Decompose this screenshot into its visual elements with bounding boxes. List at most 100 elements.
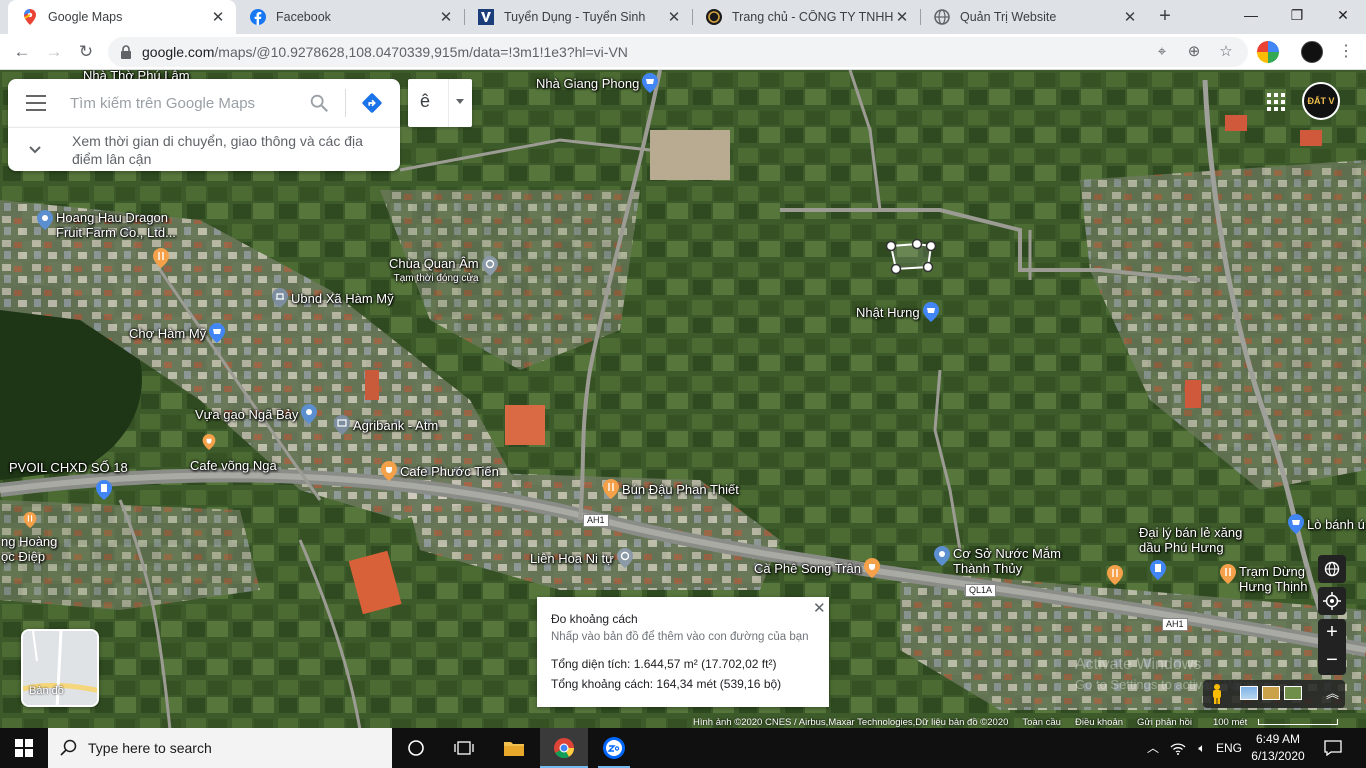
task-view-button[interactable] [440,728,488,768]
global-link[interactable]: Toàn cầu [1022,717,1061,728]
imagery-strip[interactable]: ︽ [1203,680,1345,708]
url-text[interactable]: google.com/maps/@10.9278628,108.0470339,… [142,44,628,60]
tab-quan-tri[interactable]: Quản Trị Website ✕ [920,0,1148,34]
account-avatar[interactable]: ĐẤT V [1302,82,1340,120]
close-tab-icon[interactable]: ✕ [666,8,682,26]
maps-search-input[interactable] [70,92,300,114]
poi-cho-ham-my[interactable]: Chợ Hàm Mỹ [126,323,226,343]
reload-button[interactable]: ↻ [72,38,100,66]
close-window-button[interactable]: ✕ [1320,0,1366,32]
poi-cafe-phuoc-tien[interactable]: Cafe Phước Tiến [381,461,502,481]
taskbar-search[interactable]: Type here to search [48,728,392,768]
extension-icon[interactable] [1257,41,1279,63]
add-icon[interactable]: ⊕ [1184,42,1204,62]
action-center-icon[interactable] [1318,728,1348,768]
tab-google-maps[interactable]: Google Maps ✕ [8,0,236,34]
volume-icon[interactable]: 🔈︎ [1190,728,1214,768]
poi-label: Bún Đậu Phan Thiết [622,481,739,497]
poi-pvoil[interactable]: PVOIL CHXD SỐ 18 [6,460,131,475]
poi-label: Cafe Phước Tiến [400,463,499,479]
bank-pin-icon [334,415,350,435]
globe-view-button[interactable] [1318,555,1346,583]
show-hidden-icons-button[interactable]: ︿ [1142,728,1164,768]
imagery-thumb[interactable] [1240,686,1258,700]
file-explorer-button[interactable] [490,728,538,768]
place-pin-icon [37,210,53,230]
poi-hoang-hau[interactable]: Hoang Hau Dragon Fruit Farm Co., Ltd... [37,210,189,240]
new-tab-button[interactable]: + [1153,5,1177,29]
close-tab-icon[interactable]: ✕ [894,8,910,26]
lock-icon[interactable] [120,45,132,59]
poi-tram-dung[interactable]: Trạm Dừng Hưng Thịnh [1220,564,1322,594]
address-bar[interactable]: google.com/maps/@10.9278628,108.0470339,… [108,37,1248,67]
gas-pin-icon[interactable] [96,480,112,500]
tab-facebook[interactable]: Facebook ✕ [236,0,464,34]
imagery-thumb[interactable] [1262,686,1280,700]
forward-button[interactable]: → [40,38,68,66]
poi-vua-gao[interactable]: Vựa gạo Ngã Bảy [192,404,318,424]
tab-company[interactable]: Trang chủ - CÔNG TY TNHH Đ ✕ [692,0,920,34]
food-pin-icon [381,461,397,481]
food-pin-icon [603,479,619,499]
taskbar-clock[interactable]: 6:49 AM 6/13/2020 [1244,731,1312,765]
shopping-pin-icon [1288,514,1304,534]
measure-area: Tổng diện tích: 1.644,57 m² (17.702,02 f… [551,657,777,671]
input-tools-button[interactable]: ê [408,79,472,127]
directions-icon[interactable] [361,92,383,114]
pegman-icon[interactable] [1211,684,1223,704]
close-tab-icon[interactable]: ✕ [1122,8,1138,26]
close-tab-icon[interactable]: ✕ [438,8,454,26]
chevron-down-icon[interactable] [28,142,42,156]
gas-pin-icon[interactable] [1150,560,1166,580]
google-apps-icon[interactable] [1267,93,1285,111]
zalo-taskbar-button[interactable] [590,728,638,768]
profile-avatar[interactable] [1301,41,1323,63]
back-button[interactable]: ← [8,38,36,66]
search-icon[interactable] [308,92,330,114]
caret-down-icon[interactable] [456,99,464,104]
network-icon[interactable] [1166,728,1190,768]
chrome-taskbar-button[interactable] [540,728,588,768]
maximize-button[interactable]: ❐ [1274,0,1320,32]
scale-bar[interactable]: 100 mét [1206,717,1345,728]
close-tab-icon[interactable]: ✕ [210,8,226,26]
location-icon[interactable]: ⌖ [1152,42,1172,62]
zoom-out-button[interactable]: − [1318,647,1346,675]
poi-nha-giang-phong[interactable]: Nhà Giang Phong [533,73,659,93]
poi-nhat-hung[interactable]: Nhật Hưng [853,302,939,322]
poi-bun-dau[interactable]: Bún Đậu Phan Thiết [603,479,742,499]
imagery-thumb[interactable] [1284,686,1302,700]
food-pin-icon[interactable] [153,248,169,268]
poi-label: Hoang Hau Dragon Fruit Farm Co., Ltd... [56,210,176,240]
minimize-button[interactable]: — [1228,0,1274,32]
start-button[interactable] [0,728,48,768]
hamburger-menu-icon[interactable] [26,95,46,111]
poi-lo-banh-u[interactable]: Lò bánh ú [1288,514,1366,534]
poi-cafe-vong-nga[interactable]: Cafe võng Nga [187,434,280,473]
cortana-button[interactable] [392,728,440,768]
poi-ubnd[interactable]: Ubnd Xã Hàm Mỹ [272,288,397,308]
bookmark-star-icon[interactable]: ☆ [1216,42,1236,62]
my-location-button[interactable] [1318,587,1346,615]
menu-kebab-icon[interactable]: ⋮ [1336,42,1356,62]
zoom-in-button[interactable]: + [1318,619,1346,647]
expand-up-icon[interactable]: ︽ [1326,683,1339,702]
nearby-suggestion[interactable]: Xem thời gian di chuyển, giao thông và c… [8,127,400,171]
poi-nuoc-mam[interactable]: Cơ Sở Nước Mắm Thành Thủy [934,546,1076,576]
terms-link[interactable]: Điều khoản [1075,717,1123,728]
poi-agribank[interactable]: Agribank - Atm [334,415,441,435]
food-pin-icon[interactable] [1107,565,1123,585]
poi-lien-hoa[interactable]: Liên Hoa Ni tự [527,548,633,568]
map-layer-toggle[interactable]: Bản đồ [21,629,99,707]
food-pin-icon [1220,564,1236,584]
tab-tuyen-dung[interactable]: Tuyển Dụng - Tuyển Sinh ✕ [464,0,692,34]
close-icon[interactable]: ✕ [813,599,826,617]
poi-ca-phe-song-tran[interactable]: Cà Phê Song Trân [751,558,880,578]
measure-title: Đo khoảng cách [551,612,638,626]
poi-chua-quan-am[interactable]: Chùa Quan Âm Tạm thời đóng cửa [386,256,498,286]
poi-hoang-ngoc-diep[interactable]: ng Hoàng ọc Điệp [0,512,64,564]
language-indicator[interactable]: ENG [1214,728,1244,768]
watermark-line: Activate Windows [1075,656,1202,673]
poi-dai-ly-xang-dau[interactable]: Đại lý bán lẻ xăng dầu Phú Hưng [1136,525,1260,555]
feedback-link[interactable]: Gửi phản hồi [1137,717,1192,728]
